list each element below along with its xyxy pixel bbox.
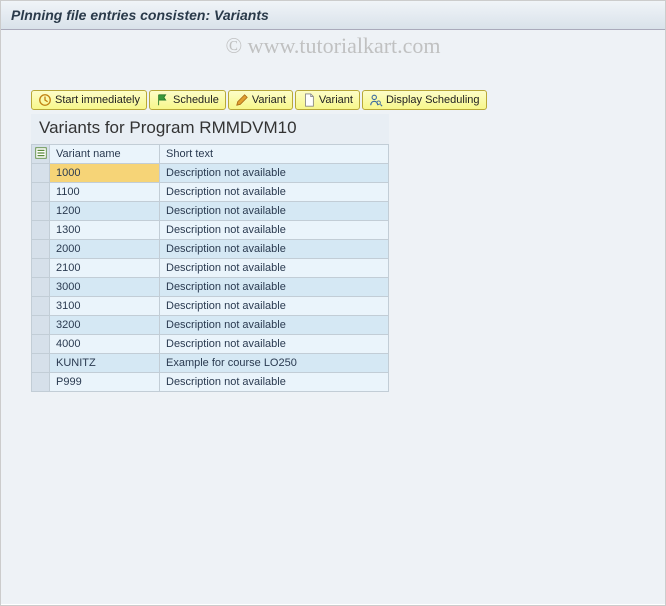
panel-title: Variants for Program RMMDVM10 [31,114,389,144]
variant-name-cell[interactable]: 2000 [50,240,160,259]
variant-name-cell[interactable]: 4000 [50,335,160,354]
short-text-cell: Description not available [160,221,389,240]
content-area: Start immediately Schedule Variant Varia… [1,30,665,604]
start-immediately-button[interactable]: Start immediately [31,90,147,110]
person-search-icon [369,93,383,107]
variant-name-cell[interactable]: KUNITZ [50,354,160,373]
button-label: Variant [319,94,353,106]
button-label: Display Scheduling [386,94,480,106]
display-scheduling-button[interactable]: Display Scheduling [362,90,487,110]
variant-name-cell[interactable]: 3200 [50,316,160,335]
row-selector[interactable] [32,373,50,392]
table-header-row: Variant name Short text [32,145,389,164]
table-row[interactable]: 1000Description not available [32,164,389,183]
table-row[interactable]: KUNITZExample for course LO250 [32,354,389,373]
variant-name-cell[interactable]: 2100 [50,259,160,278]
clock-icon [38,93,52,107]
variant-name-cell[interactable]: 1000 [50,164,160,183]
short-text-cell: Description not available [160,164,389,183]
table-row[interactable]: 3100Description not available [32,297,389,316]
variant-edit-button[interactable]: Variant [228,90,293,110]
table-row[interactable]: 2000Description not available [32,240,389,259]
short-text-cell: Description not available [160,373,389,392]
short-text-cell: Description not available [160,183,389,202]
short-text-cell: Example for course LO250 [160,354,389,373]
document-icon [302,93,316,107]
pencil-icon [235,93,249,107]
flag-icon [156,93,170,107]
row-selector[interactable] [32,354,50,373]
schedule-button[interactable]: Schedule [149,90,226,110]
variant-new-button[interactable]: Variant [295,90,360,110]
table-row[interactable]: P999Description not available [32,373,389,392]
short-text-cell: Description not available [160,202,389,221]
row-selector[interactable] [32,183,50,202]
short-text-cell: Description not available [160,278,389,297]
row-selector[interactable] [32,202,50,221]
row-selector[interactable] [32,316,50,335]
row-selector[interactable] [32,259,50,278]
variant-name-cell[interactable]: 1100 [50,183,160,202]
variant-name-cell[interactable]: P999 [50,373,160,392]
table-row[interactable]: 1100Description not available [32,183,389,202]
button-label: Schedule [173,94,219,106]
row-selector[interactable] [32,278,50,297]
short-text-cell: Description not available [160,259,389,278]
list-icon [34,151,48,163]
short-text-cell: Description not available [160,316,389,335]
short-text-cell: Description not available [160,240,389,259]
toolbar: Start immediately Schedule Variant Varia… [31,90,635,110]
table-row[interactable]: 2100Description not available [32,259,389,278]
row-selector[interactable] [32,335,50,354]
row-selector[interactable] [32,164,50,183]
window-title-bar: Plnning file entries consisten: Variants [1,1,665,30]
row-selector[interactable] [32,297,50,316]
short-text-cell: Description not available [160,297,389,316]
button-label: Start immediately [55,94,140,106]
variant-name-cell[interactable]: 3100 [50,297,160,316]
short-text-cell: Description not available [160,335,389,354]
variant-name-cell[interactable]: 1300 [50,221,160,240]
button-label: Variant [252,94,286,106]
table-row[interactable]: 4000Description not available [32,335,389,354]
row-selector[interactable] [32,240,50,259]
table-row[interactable]: 1200Description not available [32,202,389,221]
column-short-text[interactable]: Short text [160,145,389,164]
row-selector[interactable] [32,221,50,240]
column-variant-name[interactable]: Variant name [50,145,160,164]
window-title: Plnning file entries consisten: Variants [11,7,269,23]
variant-name-cell[interactable]: 3000 [50,278,160,297]
table-row[interactable]: 3200Description not available [32,316,389,335]
select-all-header[interactable] [32,145,50,164]
table-row[interactable]: 3000Description not available [32,278,389,297]
table-row[interactable]: 1300Description not available [32,221,389,240]
variants-table: Variant name Short text 1000Description … [31,144,389,392]
variant-name-cell[interactable]: 1200 [50,202,160,221]
